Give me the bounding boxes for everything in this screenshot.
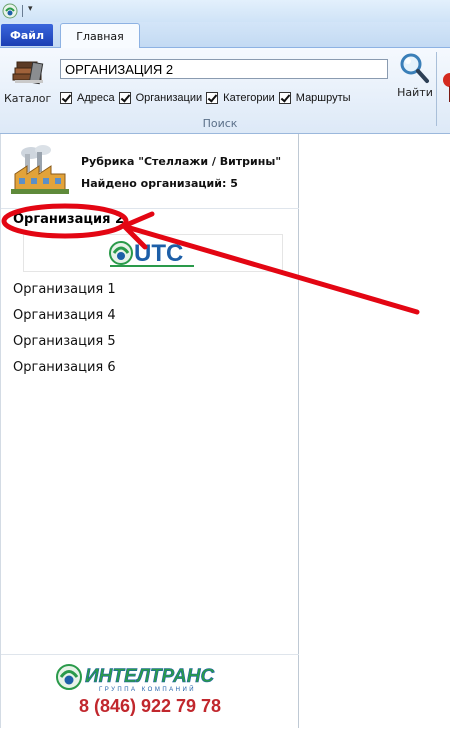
map-pin-icon[interactable] <box>440 58 450 118</box>
search-input[interactable] <box>60 59 388 79</box>
ribbon-group-label: Поиск <box>202 117 238 130</box>
find-button[interactable]: Найти <box>394 50 436 116</box>
tab-home[interactable]: Главная <box>60 23 140 48</box>
ribbon-separator <box>436 52 437 126</box>
list-item[interactable]: Организация 4 <box>13 308 116 334</box>
checkbox-label: Адреса <box>77 92 115 104</box>
checkbox-organizations[interactable] <box>118 92 131 104</box>
checkbox-addresses[interactable] <box>60 92 72 104</box>
rubric-header: Рубрика "Стеллажи / Витрины" Найдено орг… <box>1 134 299 209</box>
filter-routes[interactable]: Маршруты <box>278 90 351 106</box>
quick-access-bar: ▾ <box>0 0 450 22</box>
catalog-button[interactable]: Каталог <box>4 56 52 116</box>
checkbox-categories[interactable] <box>206 92 219 104</box>
phone-number: 8 (846) 922 79 78 <box>78 696 222 716</box>
list-item[interactable]: Организация 6 <box>13 360 116 386</box>
search-filters: Адреса Организации Категории Маршруты <box>60 90 355 106</box>
organization-list: Организация 1 Организация 4 Организация … <box>13 282 116 386</box>
filter-addresses[interactable]: Адреса <box>60 90 115 106</box>
brand-name: ИНТЕЛТРАНС <box>85 666 214 687</box>
toolbar-separator <box>22 5 23 17</box>
checkbox-label: Категории <box>223 92 275 104</box>
list-item[interactable]: Организация 5 <box>13 334 116 360</box>
filter-organizations[interactable]: Организации <box>118 90 203 106</box>
utc-logo-icon: UTC <box>109 240 194 267</box>
filter-categories[interactable]: Категории <box>206 90 275 106</box>
ribbon-tabs: Файл Главная <box>0 22 450 48</box>
organization-logo: UTC <box>23 234 283 272</box>
brand-subtitle: ГРУППА КОМПАНИЙ <box>99 685 196 693</box>
utc-logo-text: UTC <box>134 240 183 267</box>
selected-organization[interactable]: Организация 2 <box>13 212 124 227</box>
factory-icon <box>11 145 69 194</box>
magnifier-icon <box>400 53 429 83</box>
sponsor-footer: ИНТЕЛТРАНС ГРУППА КОМПАНИЙ 8 (846) 922 7… <box>1 654 299 729</box>
customize-dropdown-icon[interactable]: ▾ <box>28 4 33 14</box>
catalog-label: Каталог <box>4 92 52 105</box>
tab-file[interactable]: Файл <box>1 24 53 46</box>
found-count: Найдено организаций: 5 <box>81 177 238 190</box>
list-item[interactable]: Организация 1 <box>13 282 116 308</box>
rubric-title: Рубрика "Стеллажи / Витрины" <box>81 155 282 168</box>
find-label: Найти <box>397 86 433 99</box>
results-panel: Рубрика "Стеллажи / Витрины" Найдено орг… <box>0 134 299 728</box>
inteltrans-logo-icon[interactable]: ИНТЕЛТРАНС ГРУППА КОМПАНИЙ <box>55 663 245 693</box>
app-logo-icon[interactable] <box>2 3 18 19</box>
ribbon: Каталог Адреса Организации Категории Мар… <box>0 48 450 134</box>
checkbox-routes[interactable] <box>278 92 291 104</box>
books-icon <box>12 61 44 85</box>
checkbox-label: Организации <box>135 92 203 104</box>
checkbox-label: Маршруты <box>295 92 351 104</box>
